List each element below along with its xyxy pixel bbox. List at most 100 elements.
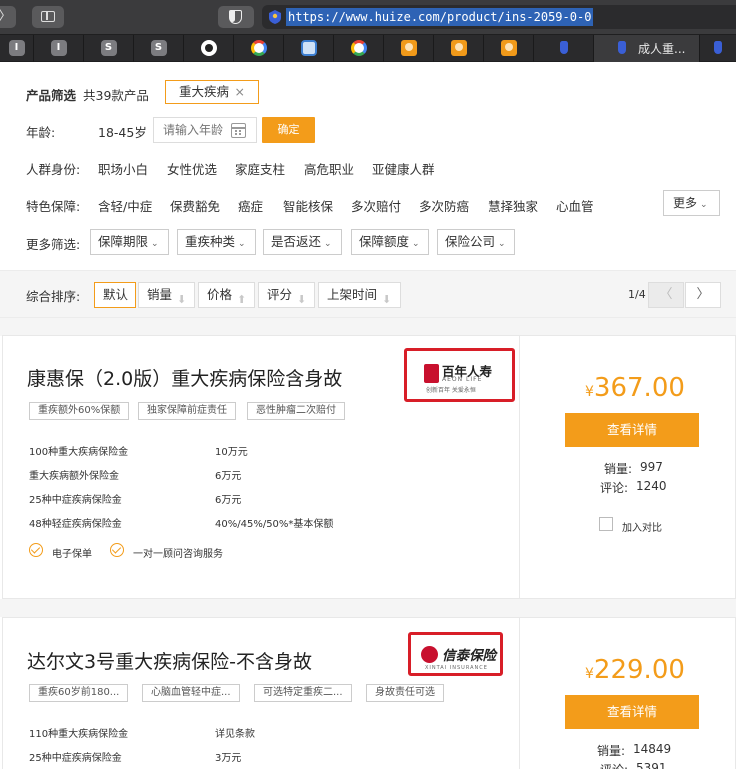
age-label: 年龄: — [26, 125, 56, 140]
product-tag: 重疾额外60%保额 — [29, 402, 130, 420]
feature-option[interactable]: 慧择独家 — [488, 196, 538, 215]
reviews-count: 5391 — [636, 761, 667, 769]
product-card-main: 康惠保（2.0版）重大疾病保险含身故 重疾额外60%保额 独家保障前症责任 恶性… — [3, 336, 520, 598]
product-title[interactable]: 达尔文3号重大疾病保险-不含身故 — [27, 647, 312, 674]
address-bar[interactable]: https://www.huize.com/product/ins-2059-0… — [262, 5, 736, 29]
letter-s-icon: S — [100, 40, 117, 56]
dropdown-label: 保险公司 — [445, 234, 496, 249]
tab-11[interactable] — [484, 35, 534, 62]
next-page-button[interactable]: 〉 — [685, 282, 721, 308]
features-label: 特色保障: — [26, 199, 81, 214]
dropdown-label: 保障额度 — [359, 234, 410, 249]
insurer-name: 信泰保险 — [442, 648, 496, 664]
chevron-down-icon: ⌄ — [412, 239, 420, 249]
identity-option[interactable]: 家庭支柱 — [235, 159, 285, 178]
back-button[interactable]: 〉 — [0, 6, 16, 28]
dropdown-disease-type[interactable]: 重疾种类 ⌄ — [177, 229, 256, 255]
feature-option[interactable]: 智能核保 — [283, 196, 333, 215]
view-details-button[interactable]: 查看详情 — [565, 413, 699, 447]
sidebar-toggle-button[interactable] — [32, 6, 64, 28]
selected-filter-tag[interactable]: 重大疾病 × — [165, 80, 259, 104]
tab-10[interactable] — [434, 35, 484, 62]
sort-listed-button[interactable]: 上架时间 ⬇ — [318, 282, 401, 308]
tab-active[interactable]: 成人重... — [594, 35, 700, 62]
dropdown-label: 保障期限 — [98, 234, 149, 249]
sort-listed-label: 上架时间 — [327, 287, 378, 302]
dropdown-return[interactable]: 是否返还 ⌄ — [263, 229, 342, 255]
feature-option[interactable]: 心血管 — [556, 196, 594, 215]
github-icon — [200, 40, 217, 56]
feature-option[interactable]: 癌症 — [238, 196, 263, 215]
insurer-logo[interactable]: 信泰保险 XINTAI INSURANCE — [408, 632, 503, 676]
tab-8[interactable] — [334, 35, 384, 62]
feature-option[interactable]: 含轻/中症 — [98, 196, 152, 215]
identity-option[interactable]: 职场小白 — [98, 159, 148, 178]
site-favicon — [269, 10, 281, 24]
arrow-down-icon: ⬇ — [297, 293, 307, 306]
tab-3[interactable]: S — [84, 35, 134, 62]
more-features-button[interactable]: 更多 ⌄ — [663, 190, 720, 216]
spec-value: 10万元 — [215, 447, 248, 458]
privacy-report-button[interactable] — [218, 6, 254, 28]
calendar-icon[interactable] — [231, 123, 246, 138]
tab-5[interactable] — [184, 35, 234, 62]
spec-name: 48种轻症疾病保险金 — [29, 519, 122, 530]
sort-price-button[interactable]: 价格 ⬆ — [198, 282, 255, 308]
service-item: 一对一顾问咨询服务 — [133, 549, 223, 560]
tab-7[interactable] — [284, 35, 334, 62]
product-price: ¥367.00 — [585, 373, 685, 403]
insurer-logo[interactable]: 百年人寿 AEON LIFE 创新百年 关爱永恒 — [404, 348, 515, 402]
sort-sales-label: 销量 — [147, 287, 173, 302]
list-gap — [0, 318, 736, 336]
product-tag: 重疾60岁前180... — [29, 684, 129, 702]
shield-icon — [710, 40, 726, 56]
product-tag: 独家保障前症责任 — [138, 402, 236, 420]
orange-site-icon — [450, 40, 467, 56]
dropdown-term[interactable]: 保障期限 ⌄ — [90, 229, 169, 255]
feature-option[interactable]: 多次防癌 — [419, 196, 469, 215]
dropdown-insurer[interactable]: 保险公司 ⌄ — [437, 229, 515, 255]
compare-label[interactable]: 加入对比 — [622, 519, 662, 534]
product-tag: 可选特定重疾二... — [254, 684, 352, 702]
tab-1[interactable]: I — [0, 35, 34, 62]
google-icon — [350, 40, 367, 56]
check-icon — [29, 543, 43, 557]
age-confirm-button[interactable]: 确定 — [262, 117, 315, 143]
sales-label: 销量: — [597, 744, 626, 758]
tab-13[interactable] — [700, 35, 736, 62]
age-range[interactable]: 18-45岁 — [98, 122, 147, 141]
sort-label: 综合排序: — [26, 289, 81, 304]
identity-option[interactable]: 亚健康人群 — [372, 159, 435, 178]
dropdown-label: 重疾种类 — [185, 234, 236, 249]
sort-sales-button[interactable]: 销量 ⬇ — [138, 282, 195, 308]
chevron-down-icon: ⌄ — [700, 200, 708, 210]
tab-9[interactable] — [384, 35, 434, 62]
prev-page-button[interactable]: 〈 — [648, 282, 684, 308]
feature-option[interactable]: 保费豁免 — [170, 196, 220, 215]
close-icon[interactable]: × — [235, 81, 245, 102]
url-text[interactable]: https://www.huize.com/product/ins-2059-0… — [286, 8, 594, 26]
tab-2[interactable]: I — [34, 35, 84, 62]
identity-option[interactable]: 女性优选 — [167, 159, 217, 178]
tab-12[interactable] — [534, 35, 594, 62]
service-item: 电子保单 — [52, 549, 92, 560]
identity-option[interactable]: 高危职业 — [304, 159, 354, 178]
sales-count: 997 — [640, 460, 663, 474]
dropdown-amount[interactable]: 保障额度 ⌄ — [351, 229, 429, 255]
product-card: 康惠保（2.0版）重大疾病保险含身故 重疾额外60%保额 独家保障前症责任 恶性… — [2, 335, 736, 599]
product-title[interactable]: 康惠保（2.0版）重大疾病保险含身故 — [27, 364, 342, 391]
tab-6[interactable] — [234, 35, 284, 62]
sort-default-button[interactable]: 默认 — [94, 282, 136, 308]
chevron-down-icon: ⌄ — [238, 239, 246, 249]
price-value: 229.00 — [593, 655, 685, 685]
chevron-down-icon: ⌄ — [324, 239, 332, 249]
spec-value: 详见条款 — [215, 729, 255, 740]
compare-checkbox[interactable] — [599, 517, 613, 531]
sort-rating-button[interactable]: 评分 ⬇ — [258, 282, 315, 308]
feature-option[interactable]: 多次赔付 — [351, 196, 401, 215]
view-details-button[interactable]: 查看详情 — [565, 695, 699, 729]
google-icon — [250, 40, 267, 56]
tab-4[interactable]: S — [134, 35, 184, 62]
insurer-en-name: XINTAI INSURANCE — [425, 665, 488, 671]
insurer-slogan: 创新百年 关爱永恒 — [426, 387, 476, 394]
